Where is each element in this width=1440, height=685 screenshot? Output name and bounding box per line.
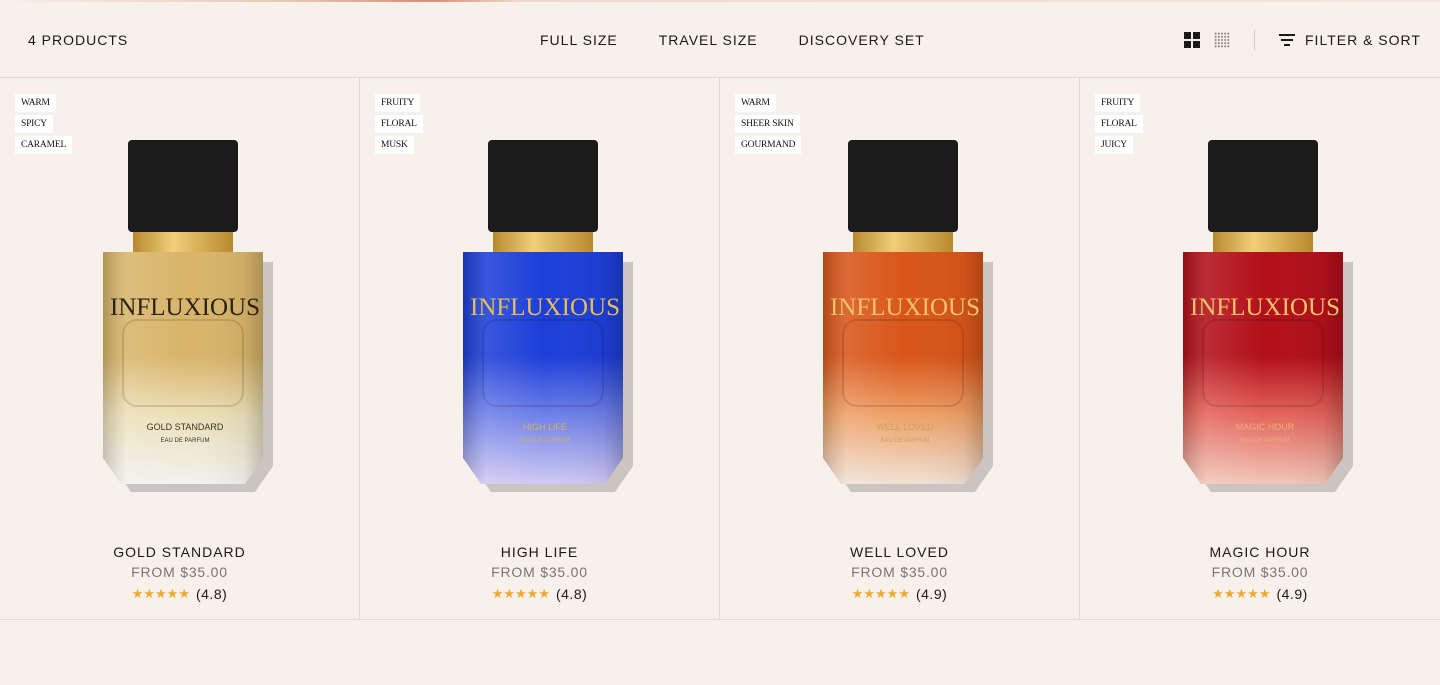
product-price: FROM $35.00 [851,564,948,580]
bottle-sub-label: EAU DE PARFUM [161,438,210,444]
filter-icon [1279,34,1295,46]
perfume-bottle-image: INFLUXIOUS GOLD STANDARD EAU DE PARFUM [103,140,273,492]
filter-sort-label: FILTER & SORT [1305,32,1421,48]
perfume-bottle-image: INFLUXIOUS WELL LOVED EAU DE PARFUM [823,140,993,492]
scent-tag: MUSK [375,136,414,154]
filter-sort-button[interactable]: FILTER & SORT [1279,32,1421,48]
product-name[interactable]: GOLD STANDARD [0,544,359,562]
star-rating-icon: ★★★★★ [1212,586,1271,601]
bottle-label: MAGIC HOUR [1236,422,1295,432]
bottle-label: WELL LOVED [876,422,934,432]
product-name[interactable]: MAGIC HOUR [1080,544,1440,562]
product-price: FROM $35.00 [1211,564,1309,580]
rating-score: (4.8) [555,586,588,602]
scent-tag: FLORAL [1095,115,1143,133]
star-rating-icon: ★★★★★ [851,586,910,601]
scent-tag: WARM [735,94,776,112]
product-info: GOLD STANDARD FROM $35.00 ★★★★★ (4.8) [0,544,359,602]
product-card[interactable]: FRUITY FLORAL JUICY INFLUXIOUS MAGIC HOU… [1080,78,1440,619]
size-tabs: FULL SIZE TRAVEL SIZE DISCOVERY SET [540,32,966,48]
product-name[interactable]: WELL LOVED [720,544,1079,562]
grid-view-icon[interactable] [1184,32,1200,48]
scent-tag: GOURMAND [735,136,802,154]
rating-score: (4.9) [915,586,948,602]
product-card[interactable]: WARM SHEER SKIN GOURMAND INFLUXIOUS WELL… [720,78,1080,619]
bottle-brand: INFLUXIOUS [110,294,260,321]
product-card[interactable]: FRUITY FLORAL MUSK INFLUXIOUS HIGH LIFE … [360,78,720,619]
scent-tags: WARM SPICY CARAMEL [15,94,73,157]
product-rating: ★★★★★ (4.8) [0,586,359,602]
tab-discovery-set[interactable]: DISCOVERY SET [799,32,925,48]
scent-tag: WARM [15,94,56,112]
product-price: FROM $35.00 [491,564,588,580]
product-count: 4 PRODUCTS [28,32,129,48]
collection-toolbar: 4 PRODUCTS FULL SIZE TRAVEL SIZE DISCOVE… [0,2,1440,78]
scent-tag: FLORAL [375,115,423,133]
product-price: FROM $35.00 [131,564,228,580]
product-rating: ★★★★★ (4.9) [1080,586,1440,602]
perfume-bottle-image: INFLUXIOUS MAGIC HOUR EAU DE PARFUM [1183,140,1353,492]
toolbar-divider [1254,30,1255,50]
product-card[interactable]: WARM SPICY CARAMEL INFLUXIOUS GOLD STAND… [0,78,360,619]
product-rating: ★★★★★ (4.9) [720,586,1079,602]
scent-tag: FRUITY [1095,94,1141,112]
dense-grid-view-icon[interactable] [1214,32,1230,48]
scent-tag: CARAMEL [15,136,73,154]
rating-score: (4.9) [1276,586,1308,602]
rating-score: (4.8) [195,586,228,602]
scent-tags: FRUITY FLORAL MUSK [375,94,423,157]
scent-tag: FRUITY [375,94,421,112]
bottle-sub-label: EAU DE PARFUM [881,438,930,444]
product-info: WELL LOVED FROM $35.00 ★★★★★ (4.9) [720,544,1079,602]
scent-tag: SHEER SKIN [735,115,800,133]
bottle-label: HIGH LIFE [523,422,567,432]
product-info: HIGH LIFE FROM $35.00 ★★★★★ (4.8) [360,544,719,602]
bottle-brand: INFLUXIOUS [470,294,620,321]
product-rating: ★★★★★ (4.8) [360,586,719,602]
scent-tag: SPICY [15,115,53,133]
star-rating-icon: ★★★★★ [131,586,190,601]
tab-travel-size[interactable]: TRAVEL SIZE [659,32,758,48]
bottle-label: GOLD STANDARD [147,422,224,432]
star-rating-icon: ★★★★★ [491,586,550,601]
bottle-sub-label: EAU DE PARFUM [1241,438,1290,444]
perfume-bottle-image: INFLUXIOUS HIGH LIFE EAU DE PARFUM [463,140,633,492]
bottle-brand: INFLUXIOUS [1190,294,1340,321]
bottle-sub-label: EAU DE PARFUM [521,438,570,444]
scent-tags: WARM SHEER SKIN GOURMAND [735,94,802,157]
product-info: MAGIC HOUR FROM $35.00 ★★★★★ (4.9) [1080,544,1440,602]
scent-tags: FRUITY FLORAL JUICY [1095,94,1143,157]
scent-tag: JUICY [1095,136,1133,154]
bottle-brand: INFLUXIOUS [830,294,980,321]
product-name[interactable]: HIGH LIFE [360,544,719,562]
product-grid: WARM SPICY CARAMEL INFLUXIOUS GOLD STAND… [0,78,1440,620]
tab-full-size[interactable]: FULL SIZE [540,32,618,48]
